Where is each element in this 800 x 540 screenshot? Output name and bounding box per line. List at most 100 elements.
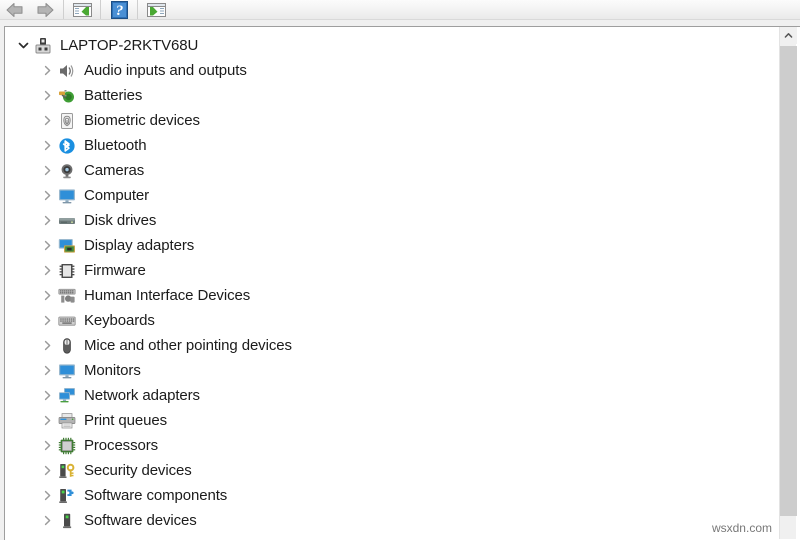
- tree-item-label: Security devices: [84, 462, 192, 479]
- chevron-right-icon[interactable]: [37, 233, 57, 258]
- chevron-right-icon[interactable]: [37, 358, 57, 383]
- help-button[interactable]: ?: [104, 0, 134, 19]
- tree-item-label: Audio inputs and outputs: [84, 62, 247, 79]
- tree-item-batteries[interactable]: Batteries: [5, 83, 779, 108]
- forward-button[interactable]: [30, 0, 60, 19]
- chevron-right-icon[interactable]: [37, 283, 57, 308]
- tree-scroll-area: LAPTOP-2RKTV68U Audio inputs and outputs…: [5, 27, 779, 539]
- tree-item-label: Processors: [84, 437, 159, 454]
- show-hide-console-tree-button[interactable]: [67, 0, 97, 19]
- chevron-right-icon[interactable]: [37, 208, 57, 233]
- device-tree-panel: LAPTOP-2RKTV68U Audio inputs and outputs…: [4, 26, 800, 540]
- chevron-up-icon: [784, 31, 793, 40]
- tree-item-human-interface-devices[interactable]: Human Interface Devices: [5, 283, 779, 308]
- monitor-icon: [57, 186, 77, 206]
- scroll-thumb[interactable]: [780, 46, 797, 516]
- chevron-right-icon[interactable]: [37, 108, 57, 133]
- computer-node-icon: [33, 36, 53, 56]
- software-device-icon: [57, 511, 77, 531]
- network-adapter-icon: [57, 386, 77, 406]
- tree-item-network-adapters[interactable]: Network adapters: [5, 383, 779, 408]
- tree-item-display-adapters[interactable]: Display adapters: [5, 233, 779, 258]
- tree-item-label: Mice and other pointing devices: [84, 337, 292, 354]
- software-component-icon: [57, 486, 77, 506]
- tree-item-label: Disk drives: [84, 212, 157, 229]
- tree-item-computer[interactable]: Computer: [5, 183, 779, 208]
- watermark: wsxdn.com: [709, 520, 774, 536]
- tree-item-label: Cameras: [84, 162, 145, 179]
- chevron-right-icon[interactable]: [37, 483, 57, 508]
- back-button[interactable]: [0, 0, 30, 19]
- tree-item-mice-and-other-pointing-devices[interactable]: Mice and other pointing devices: [5, 333, 779, 358]
- tree-root-label: LAPTOP-2RKTV68U: [60, 37, 199, 54]
- chevron-right-icon[interactable]: [37, 458, 57, 483]
- chevron-right-icon[interactable]: [37, 383, 57, 408]
- disk-drive-icon: [57, 211, 77, 231]
- scroll-up-button[interactable]: [780, 27, 797, 44]
- tree-item-audio-inputs-and-outputs[interactable]: Audio inputs and outputs: [5, 58, 779, 83]
- chevron-right-icon[interactable]: [37, 408, 57, 433]
- tree-item-cameras[interactable]: Cameras: [5, 158, 779, 183]
- tree-item-processors[interactable]: Processors: [5, 433, 779, 458]
- chevron-right-icon[interactable]: [37, 433, 57, 458]
- security-key-icon: [57, 461, 77, 481]
- battery-plug-icon: [57, 86, 77, 106]
- camera-icon: [57, 161, 77, 181]
- tree-item-label: Network adapters: [84, 387, 200, 404]
- chevron-right-icon[interactable]: [37, 133, 57, 158]
- tree-item-label: Batteries: [84, 87, 143, 104]
- processor-chip-icon: [57, 436, 77, 456]
- show-hide-action-pane-button[interactable]: [141, 0, 171, 19]
- chevron-right-icon[interactable]: [37, 308, 57, 333]
- toolbar-separator-2: [100, 0, 101, 19]
- chevron-right-icon[interactable]: [37, 83, 57, 108]
- tree-item-label: Print queues: [84, 412, 168, 429]
- toolbar: ?: [0, 0, 800, 20]
- help-question-icon: ?: [110, 0, 128, 19]
- chevron-right-icon[interactable]: [37, 183, 57, 208]
- chevron-right-icon[interactable]: [37, 258, 57, 283]
- chevron-right-icon[interactable]: [37, 508, 57, 533]
- display-adapter-icon: [57, 236, 77, 256]
- panel-collapse-left-icon: [72, 2, 92, 18]
- tree-root-node[interactable]: LAPTOP-2RKTV68U: [5, 33, 779, 58]
- fingerprint-icon: [57, 111, 77, 131]
- tree-children-container: Audio inputs and outputs Batteries Biometr…: [5, 58, 779, 533]
- tree-item-label: Display adapters: [84, 237, 195, 254]
- panel-expand-right-icon: [146, 2, 166, 18]
- tree-item-biometric-devices[interactable]: Biometric devices: [5, 108, 779, 133]
- tree-item-label: Bluetooth: [84, 137, 147, 154]
- firmware-chip-icon: [57, 261, 77, 281]
- tree-item-firmware[interactable]: Firmware: [5, 258, 779, 283]
- tree-item-bluetooth[interactable]: Bluetooth: [5, 133, 779, 158]
- tree-item-label: Firmware: [84, 262, 146, 279]
- tree-item-label: Software devices: [84, 512, 197, 529]
- printer-icon: [57, 411, 77, 431]
- tree-item-disk-drives[interactable]: Disk drives: [5, 208, 779, 233]
- chevron-right-icon[interactable]: [37, 333, 57, 358]
- speaker-icon: [57, 61, 77, 81]
- chevron-right-icon[interactable]: [37, 58, 57, 83]
- tree-item-monitors[interactable]: Monitors: [5, 358, 779, 383]
- chevron-right-icon[interactable]: [37, 158, 57, 183]
- tree-item-label: Monitors: [84, 362, 141, 379]
- tree-item-security-devices[interactable]: Security devices: [5, 458, 779, 483]
- chevron-down-icon[interactable]: [13, 33, 33, 58]
- tree-item-keyboards[interactable]: Keyboards: [5, 308, 779, 333]
- tree-item-label: Software components: [84, 487, 228, 504]
- tree-item-label: Biometric devices: [84, 112, 200, 129]
- toolbar-separator-3: [137, 0, 138, 19]
- hid-icon: [57, 286, 77, 306]
- tree-item-label: Computer: [84, 187, 150, 204]
- tree-item-print-queues[interactable]: Print queues: [5, 408, 779, 433]
- monitor-icon: [57, 361, 77, 381]
- vertical-scrollbar[interactable]: [779, 27, 797, 539]
- mouse-icon: [57, 336, 77, 356]
- svg-text:?: ?: [115, 3, 123, 19]
- keyboard-icon: [57, 311, 77, 331]
- device-tree: LAPTOP-2RKTV68U Audio inputs and outputs…: [5, 27, 779, 533]
- tree-item-software-components[interactable]: Software components: [5, 483, 779, 508]
- bluetooth-icon: [57, 136, 77, 156]
- tree-item-software-devices[interactable]: Software devices: [5, 508, 779, 533]
- arrow-right-icon: [35, 2, 55, 18]
